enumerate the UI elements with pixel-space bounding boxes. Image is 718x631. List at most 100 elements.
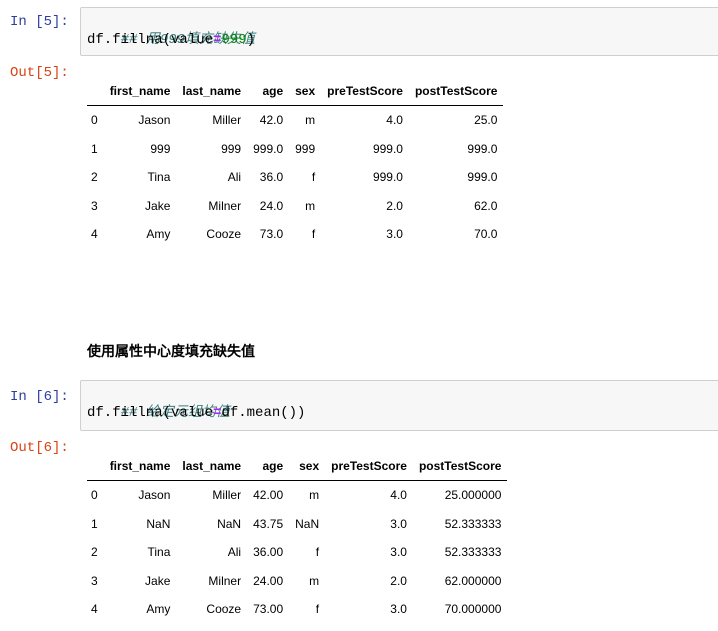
table-cell: Milner [208,573,242,588]
output-prompt-6: Out[6]: [10,440,69,456]
table-cell: NaN [217,516,242,531]
table-cell: 999.0 [467,170,498,185]
column-header: first_name [103,452,177,481]
code-text: df.fillna(value [87,405,214,421]
table-cell: 4.0 [386,113,403,128]
table-row: 0 Jason Miller 42.0 m 4.0 25.0 [87,106,503,135]
table-cell: 999 [221,141,242,156]
table-header-row: first_name last_name age sex preTestScore pos… [87,452,508,481]
table-cell: Amy [146,227,171,242]
table-cell: 999.0 [372,170,403,185]
table-cell: 24.00 [253,573,284,588]
row-index: 3 [91,573,98,588]
table-row: 1 NaN NaN 43.75 NaN 3.0 52.333333 [87,510,507,539]
table-cell: 43.75 [253,516,284,531]
column-header: postTestScore [412,452,508,481]
code-text: df.fillna(value [87,32,214,48]
column-header: sex [289,77,322,106]
table-cell: Jason [138,113,171,128]
table-cell: 42.0 [259,113,284,128]
code-line-1: ## 给定元组均值 [87,386,718,421]
table-cell: 3.0 [386,227,403,242]
table-cell: f [315,545,320,560]
table-header-row: first_name last_name age sex preTestScore pos… [87,77,504,106]
row-index: 1 [91,516,98,531]
row-index: 1 [91,141,98,156]
table-cell: Tina [147,545,171,560]
table-cell: 999.0 [467,141,498,156]
table-cell: 73.00 [253,602,284,617]
table-row: 4 Amy Cooze 73.0 f 3.0 70.0 [87,220,503,249]
markdown-heading: 使用属性中心度填充缺失值 [87,343,255,359]
table-cell: Tina [147,170,171,185]
dataframe-output-5: first_name last_name age sex preTestScore pos… [87,77,504,249]
table-cell: 999 [150,141,171,156]
table-cell: f [311,170,316,185]
code-number: 999 [221,32,247,48]
table-cell: NaN [295,516,320,531]
code-text: df.mean()) [221,405,306,421]
table-cell: 4.0 [390,488,407,503]
output-prompt-5: Out[5]: [10,65,69,81]
column-header: preTestScore [321,77,409,106]
column-header: last_name [176,77,248,106]
table-cell: 36.0 [259,170,284,185]
table-cell: 999 [295,141,316,156]
table-cell: 25.000000 [444,488,502,503]
table-cell: Ali [227,545,242,560]
row-index: 4 [91,227,98,242]
code-line-2: df.fillna(value=df.mean()) [87,404,718,422]
row-index: 2 [91,545,98,560]
table-cell: 3.0 [390,602,407,617]
code-input-cell-6[interactable]: ## 给定元组均值 df.fillna(value=df.mean()) [80,380,718,431]
table-row: 3 Jake Milner 24.00 m 2.0 62.000000 [87,567,507,596]
code-line-1: ## 用999填充缺失值 [87,13,718,48]
table-cell: 62.0 [474,198,498,213]
column-header: last_name [176,452,248,481]
code-text: ) [246,32,256,48]
table-cell: 25.0 [474,113,498,128]
table-cell: 2.0 [390,573,407,588]
table-row: 1 999 999 999.0 999 999.0 999.0 [87,135,503,164]
table-cell: 42.00 [253,488,284,503]
table-row: 3 Jake Milner 24.0 m 2.0 62.0 [87,192,503,221]
table-cell: 24.0 [259,198,284,213]
column-header: sex [289,452,326,481]
input-prompt-5: In [5]: [10,14,69,30]
table-cell: Milner [208,198,242,213]
table-cell: 3.0 [390,545,407,560]
row-index: 2 [91,170,98,185]
table-cell: m [309,573,320,588]
table-cell: NaN [146,516,171,531]
table-cell: 3.0 [390,516,407,531]
code-line-2: df.fillna(value=999) [87,31,718,49]
table-cell: Cooze [206,602,242,617]
table-cell: Jason [138,488,171,503]
table-row: 4 Amy Cooze 73.00 f 3.0 70.000000 [87,595,507,624]
table-row: 0 Jason Miller 42.00 m 4.0 25.000000 [87,481,507,510]
row-index: 0 [91,488,98,503]
table-cell: 36.00 [253,545,284,560]
table-cell: f [311,227,316,242]
row-index: 4 [91,602,98,617]
table-cell: Cooze [206,227,242,242]
table-cell: 52.333333 [444,545,502,560]
table-row: 2 Tina Ali 36.00 f 3.0 52.333333 [87,538,507,567]
table-cell: 999.0 [253,141,284,156]
table-cell: 52.333333 [444,516,502,531]
input-prompt-6: In [6]: [10,389,69,405]
table-cell: Jake [145,573,171,588]
code-input-cell-5[interactable]: ## 用999填充缺失值 df.fillna(value=999) [80,7,718,56]
column-header: age [247,452,290,481]
table-cell: m [305,113,316,128]
table-cell: m [305,198,316,213]
table-cell: 70.0 [474,227,498,242]
column-header: age [247,77,290,106]
table-cell: Ali [227,170,242,185]
table-cell: 999.0 [372,141,403,156]
table-cell: f [315,602,320,617]
table-cell: 73.0 [259,227,284,242]
table-cell: 62.000000 [444,573,502,588]
table-cell: m [309,488,320,503]
column-header: preTestScore [325,452,413,481]
